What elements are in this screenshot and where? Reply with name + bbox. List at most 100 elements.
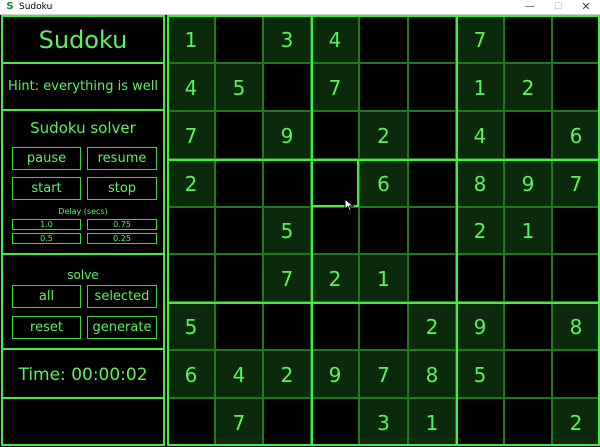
cell-r7-c6[interactable]: 2 [408, 302, 456, 350]
stop-button[interactable]: stop [87, 177, 157, 200]
delay-option-025[interactable]: 0.25 [87, 233, 157, 244]
maximize-button[interactable]: ☐ [544, 0, 572, 14]
cell-r5-c7[interactable]: 2 [456, 207, 504, 254]
cell-r2-c3[interactable] [263, 63, 311, 111]
cell-r5-c5[interactable] [359, 207, 408, 254]
cell-r1-c3[interactable]: 3 [263, 15, 311, 63]
delay-option-075[interactable]: 0.75 [87, 219, 157, 230]
solve-label: solve [67, 268, 99, 282]
mouse-cursor-icon [344, 198, 355, 212]
cell-r2-c5[interactable] [359, 63, 408, 111]
cell-r6-c4[interactable]: 2 [311, 254, 359, 302]
cell-r5-c2[interactable] [215, 207, 263, 254]
cell-r2-c1[interactable]: 4 [167, 63, 215, 111]
cell-r3-c4[interactable] [311, 111, 359, 159]
sudoku-app-icon: S [6, 1, 14, 12]
cell-r3-c9[interactable]: 6 [552, 111, 600, 159]
cell-r8-c6[interactable]: 8 [408, 350, 456, 398]
delay-option-05[interactable]: 0.5 [12, 233, 81, 244]
cell-r1-c1[interactable]: 1 [167, 15, 215, 63]
cell-r6-c8[interactable] [504, 254, 552, 302]
cell-r3-c3[interactable]: 9 [263, 111, 311, 159]
cell-r2-c6[interactable] [408, 63, 456, 111]
cell-r6-c3[interactable]: 7 [263, 254, 311, 302]
cell-r9-c1[interactable] [167, 398, 215, 446]
cell-r1-c9[interactable] [552, 15, 600, 63]
cell-r5-c8[interactable]: 1 [504, 207, 552, 254]
cell-r4-c3[interactable] [263, 159, 311, 207]
cell-r2-c9[interactable] [552, 63, 600, 111]
cell-r7-c1[interactable]: 5 [167, 302, 215, 350]
cell-r2-c7[interactable]: 1 [456, 63, 504, 111]
cell-r8-c2[interactable]: 4 [215, 350, 263, 398]
cell-r2-c4[interactable]: 7 [311, 63, 359, 111]
cell-r3-c5[interactable]: 2 [359, 111, 408, 159]
cell-r4-c2[interactable] [215, 159, 263, 207]
cell-r6-c2[interactable] [215, 254, 263, 302]
cell-r1-c6[interactable] [408, 15, 456, 63]
cell-r9-c6[interactable]: 1 [408, 398, 456, 446]
cell-r6-c5[interactable]: 1 [359, 254, 408, 302]
cell-r7-c7[interactable]: 9 [456, 302, 504, 350]
cell-r1-c8[interactable] [504, 15, 552, 63]
cell-r7-c2[interactable] [215, 302, 263, 350]
cell-r2-c2[interactable]: 5 [215, 63, 263, 111]
cell-r1-c2[interactable] [215, 15, 263, 63]
cell-r8-c5[interactable]: 7 [359, 350, 408, 398]
resume-button[interactable]: resume [87, 147, 157, 170]
cell-r2-c8[interactable]: 2 [504, 63, 552, 111]
cell-r6-c7[interactable] [456, 254, 504, 302]
cell-r9-c4[interactable] [311, 398, 359, 446]
cell-r7-c3[interactable] [263, 302, 311, 350]
cell-r5-c9[interactable] [552, 207, 600, 254]
cell-r8-c8[interactable] [504, 350, 552, 398]
cell-r3-c8[interactable] [504, 111, 552, 159]
delay-option-1[interactable]: 1.0 [12, 219, 81, 230]
cell-r6-c9[interactable] [552, 254, 600, 302]
cell-r8-c3[interactable]: 2 [263, 350, 311, 398]
cell-r7-c9[interactable]: 8 [552, 302, 600, 350]
cell-r3-c2[interactable] [215, 111, 263, 159]
cell-r8-c4[interactable]: 9 [311, 350, 359, 398]
solve-all-button[interactable]: all [12, 285, 81, 308]
cell-r8-c9[interactable] [552, 350, 600, 398]
close-button[interactable]: ✕ [572, 0, 600, 14]
cell-r4-c1[interactable]: 2 [167, 159, 215, 207]
solve-selected-button[interactable]: selected [87, 285, 157, 308]
cell-r9-c2[interactable]: 7 [215, 398, 263, 446]
minimize-button[interactable]: — [516, 0, 544, 14]
hint-box: Hint: everything is well [1, 62, 165, 111]
cell-r7-c5[interactable] [359, 302, 408, 350]
cell-r8-c7[interactable]: 5 [456, 350, 504, 398]
cell-r4-c7[interactable]: 8 [456, 159, 504, 207]
cell-r1-c4[interactable]: 4 [311, 15, 359, 63]
cell-r9-c5[interactable]: 3 [359, 398, 408, 446]
start-button[interactable]: start [12, 177, 81, 200]
cell-r9-c8[interactable] [504, 398, 552, 446]
cell-r6-c6[interactable] [408, 254, 456, 302]
cell-r1-c7[interactable]: 7 [456, 15, 504, 63]
cell-r5-c6[interactable] [408, 207, 456, 254]
cell-r5-c1[interactable] [167, 207, 215, 254]
cell-r6-c1[interactable] [167, 254, 215, 302]
cell-r7-c8[interactable] [504, 302, 552, 350]
cell-r9-c9[interactable]: 2 [552, 398, 600, 446]
cell-r7-c4[interactable] [311, 302, 359, 350]
cell-r3-c7[interactable]: 4 [456, 111, 504, 159]
cell-r8-c1[interactable]: 6 [167, 350, 215, 398]
cell-r3-c6[interactable] [408, 111, 456, 159]
cell-r4-c6[interactable] [408, 159, 456, 207]
reset-button[interactable]: reset [12, 316, 81, 339]
cell-r5-c3[interactable]: 5 [263, 207, 311, 254]
cell-r3-c1[interactable]: 7 [167, 111, 215, 159]
generate-button[interactable]: generate [87, 316, 157, 339]
cell-r4-c5[interactable]: 6 [359, 159, 408, 207]
cell-r9-c7[interactable] [456, 398, 504, 446]
cell-r4-c9[interactable]: 7 [552, 159, 600, 207]
cell-r5-c4[interactable] [311, 207, 359, 254]
cell-r4-c8[interactable]: 9 [504, 159, 552, 207]
pause-button[interactable]: pause [12, 147, 81, 170]
cell-r1-c5[interactable] [359, 15, 408, 63]
cell-r9-c3[interactable] [263, 398, 311, 446]
box-divider-vertical [167, 15, 169, 446]
